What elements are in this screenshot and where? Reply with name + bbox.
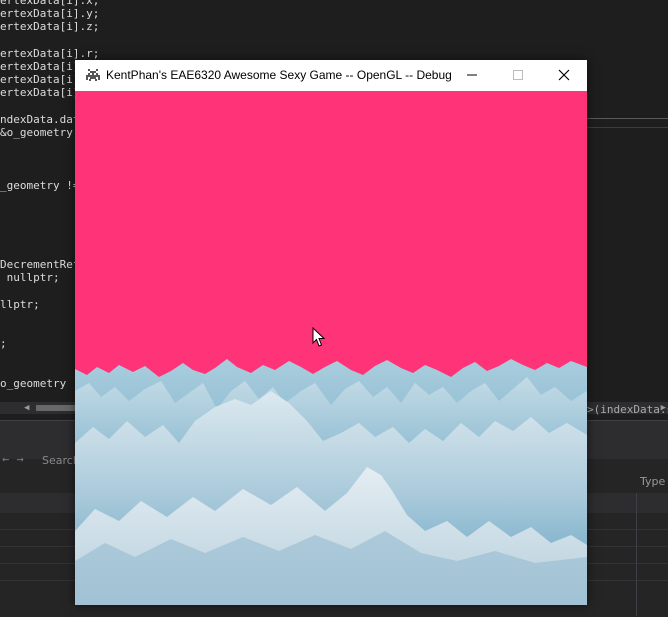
code-line: ertexData[i].x;	[0, 0, 100, 7]
column-header-type[interactable]: Type	[640, 475, 665, 488]
code-line: llptr;	[0, 297, 40, 311]
maximize-icon	[513, 70, 523, 80]
minimize-icon	[467, 74, 477, 76]
mouse-cursor-icon	[312, 327, 326, 347]
code-line: DecrementRefe	[0, 258, 87, 271]
code-overflow-text: >(indexData.s	[587, 403, 668, 416]
game-window[interactable]: KentPhan's EAE6320 Awesome Sexy Game -- …	[75, 60, 587, 605]
grid-column-divider	[636, 493, 637, 616]
code-line: _geometry !=	[0, 178, 80, 192]
minimize-button[interactable]	[449, 60, 495, 91]
editor-divider	[587, 118, 668, 119]
title-bar[interactable]: KentPhan's EAE6320 Awesome Sexy Game -- …	[75, 60, 587, 91]
code-line: ertexData[i].z;	[0, 20, 100, 34]
window-title: KentPhan's EAE6320 Awesome Sexy Game -- …	[106, 68, 452, 82]
scrollbar-thumb[interactable]	[36, 405, 76, 411]
close-button[interactable]	[541, 60, 587, 91]
code-line: nullptr;	[0, 271, 60, 285]
maximize-button[interactable]	[495, 60, 541, 91]
code-line: o_geometry	[0, 376, 67, 390]
render-viewport[interactable]	[75, 91, 587, 605]
scroll-left-icon[interactable]: ◀	[24, 403, 29, 413]
editor-divider-secondary	[587, 127, 668, 128]
close-icon	[558, 69, 570, 81]
code-line: ndexData.data	[0, 112, 87, 126]
code-line: ertexData[i].y;	[0, 7, 100, 21]
code-line: &o_geometry,	[0, 126, 80, 139]
terrain-scene	[75, 91, 587, 605]
nav-arrows-icon[interactable]: ← →	[2, 452, 24, 466]
code-line: ertexData[i].r;	[0, 46, 100, 60]
space-invader-icon	[86, 69, 100, 81]
code-line: ;	[0, 337, 7, 351]
